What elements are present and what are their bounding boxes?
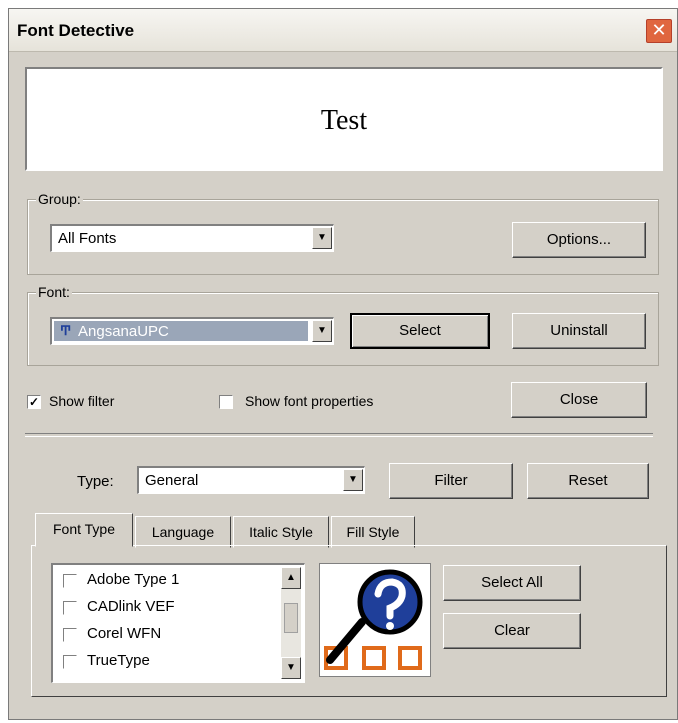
vertical-scrollbar[interactable]: ▲ ▼: [281, 567, 301, 679]
corel-wfn-checkbox[interactable]: [63, 628, 77, 642]
truetype-checkbox[interactable]: [63, 655, 77, 669]
show-font-properties-label: Show font properties: [245, 393, 374, 409]
show-filter-check[interactable]: ✓: [27, 395, 41, 409]
font-detective-image: [319, 563, 431, 677]
tab-italic-style-label: Italic Style: [249, 524, 313, 540]
scroll-down-icon[interactable]: ▼: [281, 657, 301, 679]
list-item-label: TrueType: [87, 652, 150, 669]
options-button[interactable]: Options...: [512, 222, 646, 258]
tab-language[interactable]: Language: [135, 516, 231, 548]
select-font-button[interactable]: Select: [350, 313, 490, 349]
filter-button[interactable]: Filter: [389, 463, 513, 499]
truetype-font-icon: Ͳ: [60, 323, 72, 338]
select-all-button-label: Select All: [481, 574, 543, 591]
reset-button-label: Reset: [568, 472, 608, 489]
options-button-label: Options...: [546, 231, 612, 248]
adobe-type1-checkbox[interactable]: [63, 574, 77, 588]
uninstall-button-label: Uninstall: [550, 322, 608, 339]
tab-language-label: Language: [151, 524, 215, 540]
show-font-properties-checkbox[interactable]: Show font properties: [219, 393, 439, 413]
scroll-thumb[interactable]: [284, 603, 298, 633]
font-legend: Font:: [36, 284, 72, 300]
select-all-button[interactable]: Select All: [443, 565, 581, 601]
separator: [25, 433, 653, 437]
window-title: Font Detective: [17, 21, 135, 40]
list-item-label: CADlink VEF: [87, 598, 175, 615]
font-select-value: AngsanaUPC: [78, 323, 169, 340]
group-select[interactable]: All Fonts ▼: [50, 224, 334, 252]
show-filter-label: Show filter: [49, 393, 115, 409]
tab-italic-style[interactable]: Italic Style: [233, 516, 329, 548]
group-select-value: All Fonts: [58, 230, 117, 247]
preview-text: Test: [320, 105, 368, 136]
type-label: Type:: [77, 473, 114, 490]
title-bar[interactable]: Font Detective ✕: [9, 9, 677, 52]
tab-fill-style[interactable]: Fill Style: [331, 516, 415, 548]
reset-button[interactable]: Reset: [527, 463, 649, 499]
select-button-label: Select: [399, 322, 441, 339]
group-legend: Group:: [36, 191, 83, 207]
uninstall-button[interactable]: Uninstall: [512, 313, 646, 349]
chevron-down-icon[interactable]: ▼: [343, 469, 363, 491]
clear-button-label: Clear: [494, 622, 530, 639]
font-detective-window: Font Detective ✕ Test Group: All Fonts ▼…: [8, 8, 678, 720]
tab-fill-style-label: Fill Style: [346, 524, 400, 540]
font-type-list[interactable]: Adobe Type 1 CADlink VEF Corel WFN TrueT…: [51, 563, 305, 683]
font-select[interactable]: Ͳ AngsanaUPC ▼: [50, 317, 334, 345]
show-font-properties-check[interactable]: [219, 395, 233, 409]
magnifier-icon: [324, 569, 423, 670]
font-preview: Test: [25, 67, 663, 171]
scroll-up-icon[interactable]: ▲: [281, 567, 301, 589]
type-select-value: General: [145, 472, 199, 489]
cadlink-vef-checkbox[interactable]: [63, 601, 77, 615]
tab-font-type[interactable]: Font Type: [35, 513, 133, 547]
show-filter-checkbox[interactable]: ✓ Show filter: [27, 393, 227, 413]
clear-button[interactable]: Clear: [443, 613, 581, 649]
chevron-down-icon[interactable]: ▼: [312, 227, 332, 249]
type-select[interactable]: General ▼: [137, 466, 365, 494]
filter-button-label: Filter: [434, 472, 468, 489]
list-item-label: Adobe Type 1: [87, 571, 180, 588]
font-groupbox: Font: Ͳ AngsanaUPC ▼ Select Uninstall: [27, 284, 659, 366]
chevron-down-icon[interactable]: ▼: [312, 320, 332, 342]
close-button[interactable]: Close: [511, 382, 647, 418]
close-icon: ✕: [651, 20, 667, 40]
close-window-button[interactable]: ✕: [646, 19, 672, 43]
tab-font-type-label: Font Type: [52, 521, 115, 537]
list-item-label: Corel WFN: [87, 625, 162, 642]
close-button-label: Close: [559, 391, 599, 408]
group-groupbox: Group: All Fonts ▼ Options...: [27, 191, 659, 275]
